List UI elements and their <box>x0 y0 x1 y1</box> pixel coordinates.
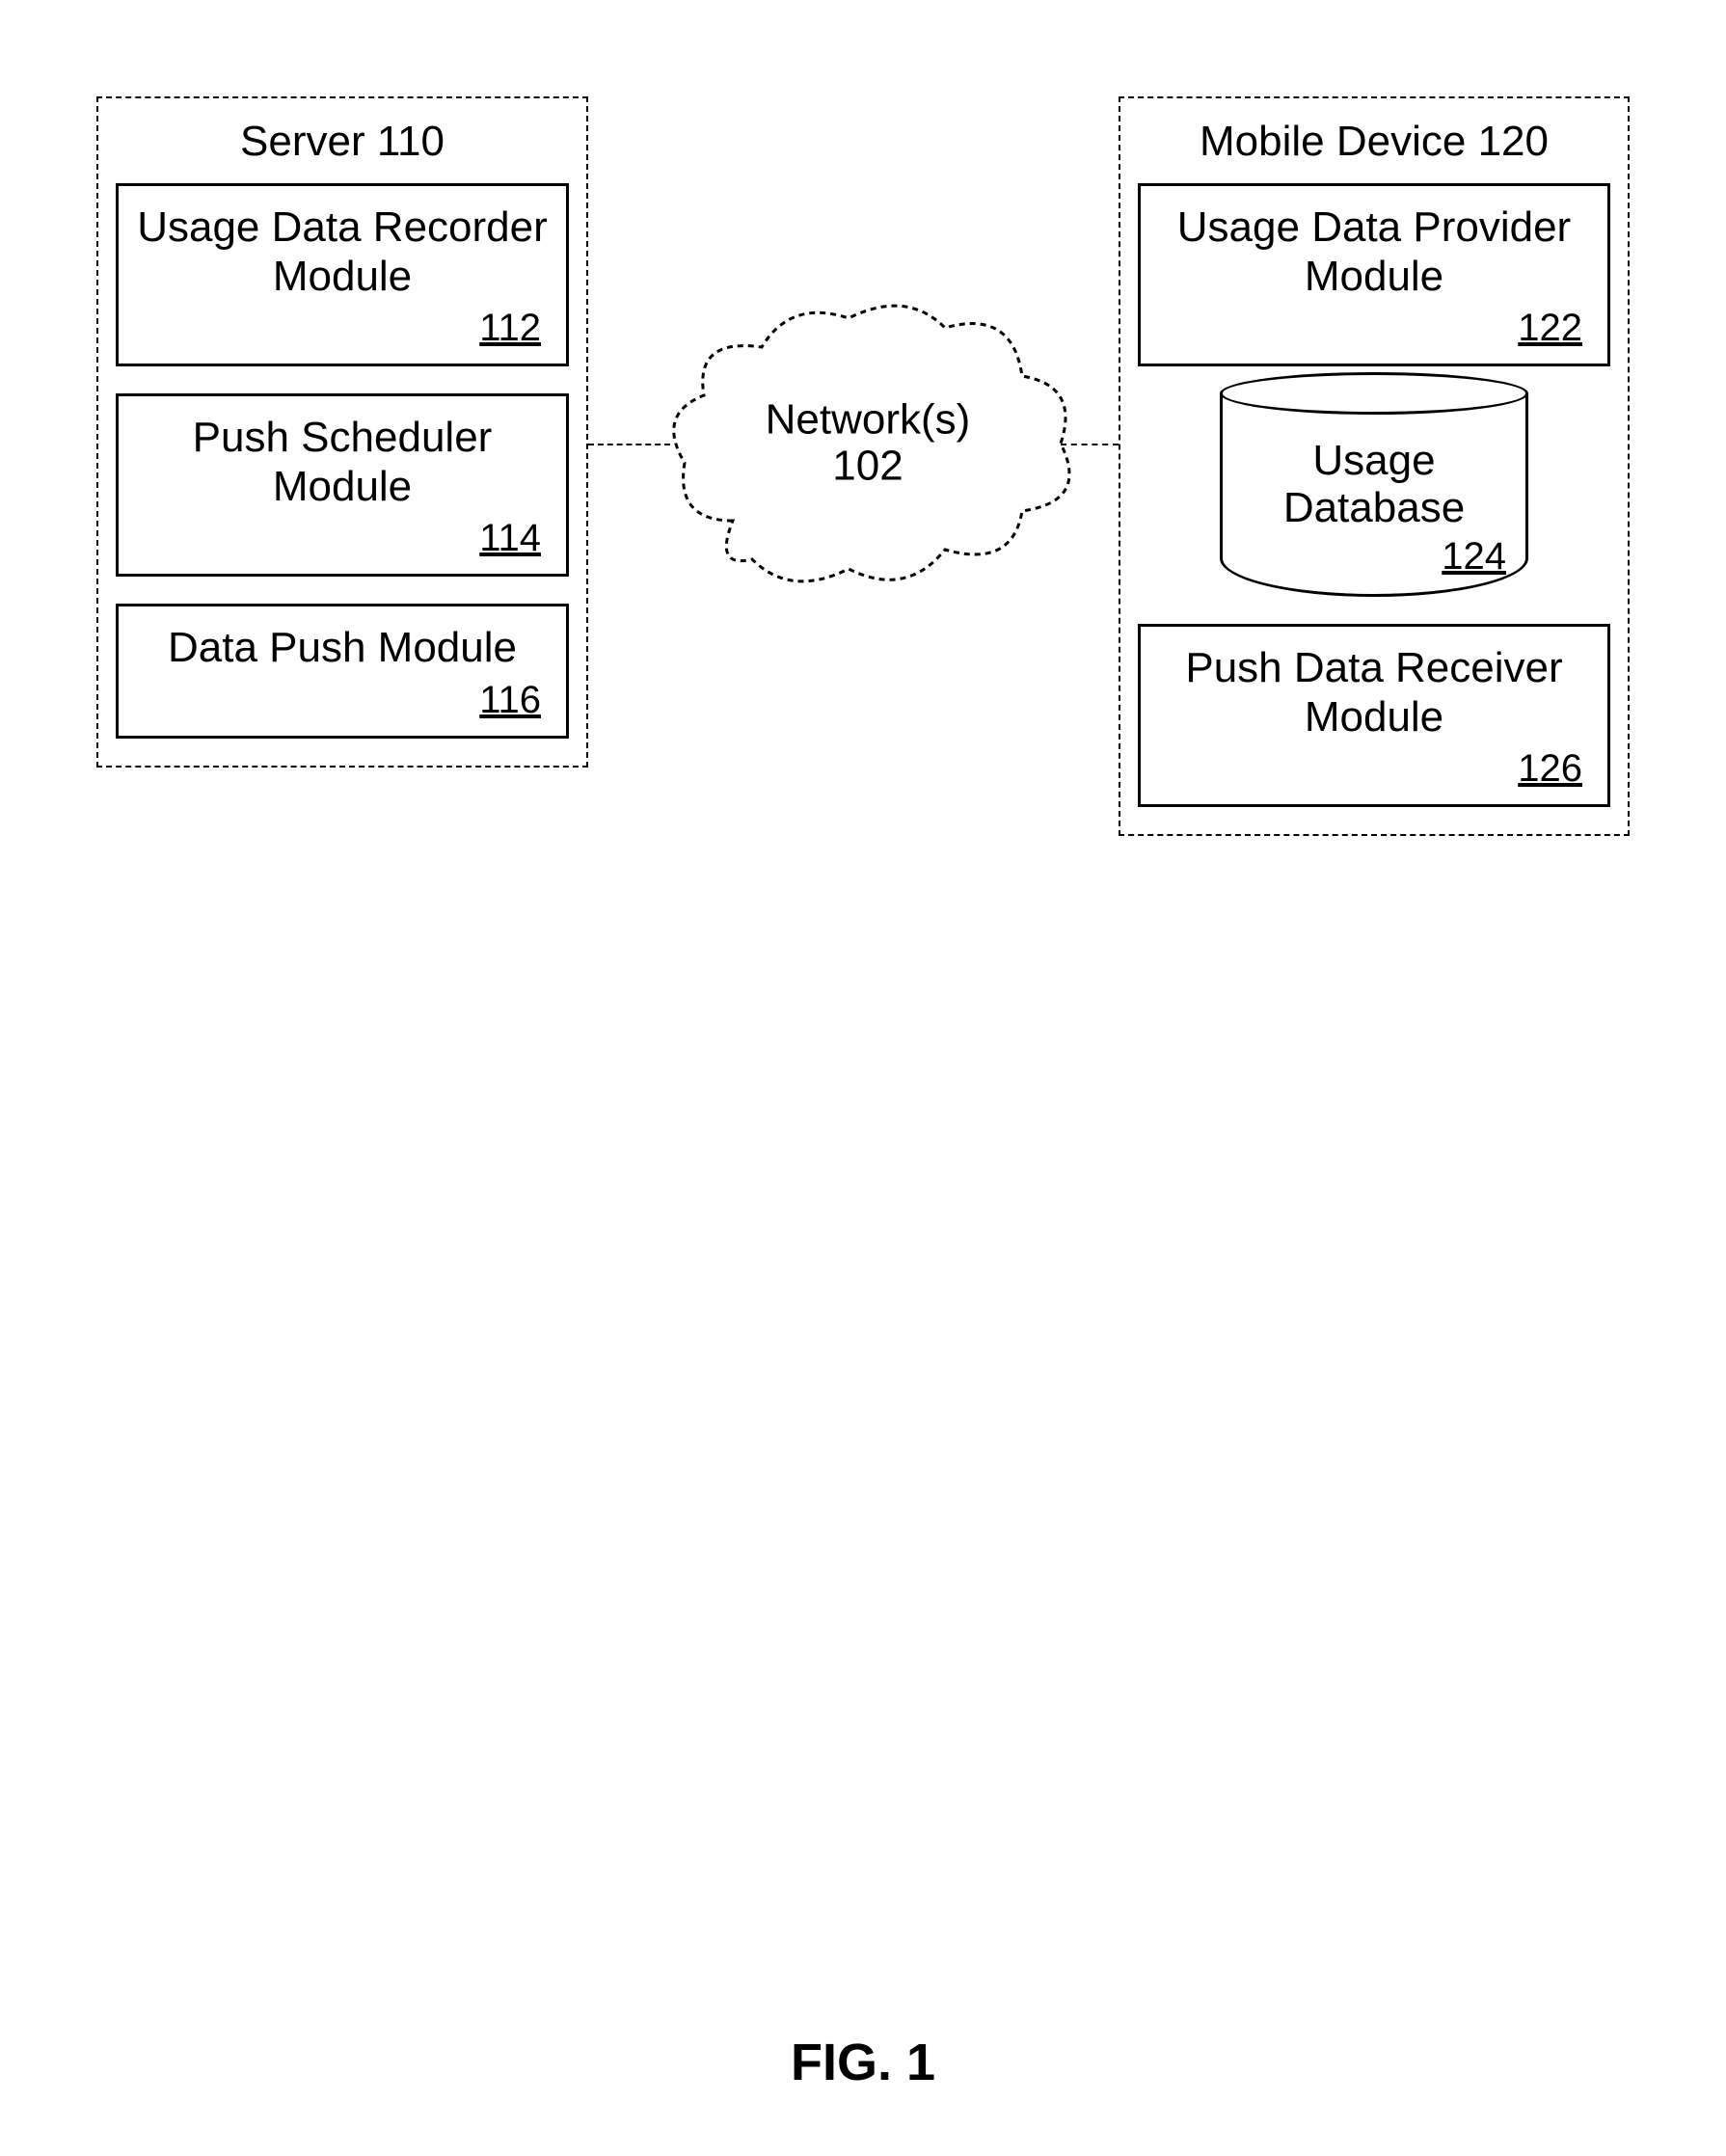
mobile-module-usage-data-provider: Usage Data Provider Module 122 <box>1138 183 1610 366</box>
mobile-device-container: Mobile Device 120 Usage Data Provider Mo… <box>1119 96 1630 836</box>
module-label: Usage Data Provider Module <box>1156 203 1592 301</box>
database-body: Usage Database 124 <box>1220 393 1528 597</box>
module-number: 122 <box>1156 307 1592 350</box>
server-container: Server 110 Usage Data Recorder Module 11… <box>96 96 588 768</box>
figure-page: Server 110 Usage Data Recorder Module 11… <box>0 0 1726 2156</box>
server-module-push-scheduler: Push Scheduler Module 114 <box>116 393 569 577</box>
module-number: 112 <box>134 307 551 350</box>
server-title: Server 110 <box>116 118 569 166</box>
usage-database: Usage Database 124 <box>1220 393 1528 597</box>
network-number: 102 <box>832 443 903 490</box>
module-label: Data Push Module <box>134 624 551 673</box>
mobile-device-title: Mobile Device 120 <box>1138 118 1610 166</box>
module-label: Usage Data Recorder Module <box>134 203 551 301</box>
database-label: Usage Database <box>1232 438 1516 531</box>
module-number: 114 <box>134 517 551 560</box>
figure-caption: FIG. 1 <box>0 2033 1726 2092</box>
connector-server-to-network <box>588 444 670 445</box>
network-cloud: Network(s) 102 <box>656 280 1080 607</box>
network-label-text: Network(s) <box>766 396 971 444</box>
module-number: 116 <box>134 679 551 722</box>
connector-network-to-mobile <box>1061 444 1119 445</box>
server-module-usage-data-recorder: Usage Data Recorder Module 112 <box>116 183 569 366</box>
database-top-ellipse <box>1220 372 1528 415</box>
module-number: 126 <box>1156 747 1592 791</box>
database-number: 124 <box>1232 535 1516 579</box>
module-label: Push Scheduler Module <box>134 414 551 511</box>
mobile-module-push-data-receiver: Push Data Receiver Module 126 <box>1138 624 1610 807</box>
network-label: Network(s) 102 <box>656 397 1080 491</box>
server-module-data-push: Data Push Module 116 <box>116 604 569 739</box>
module-label: Push Data Receiver Module <box>1156 644 1592 741</box>
